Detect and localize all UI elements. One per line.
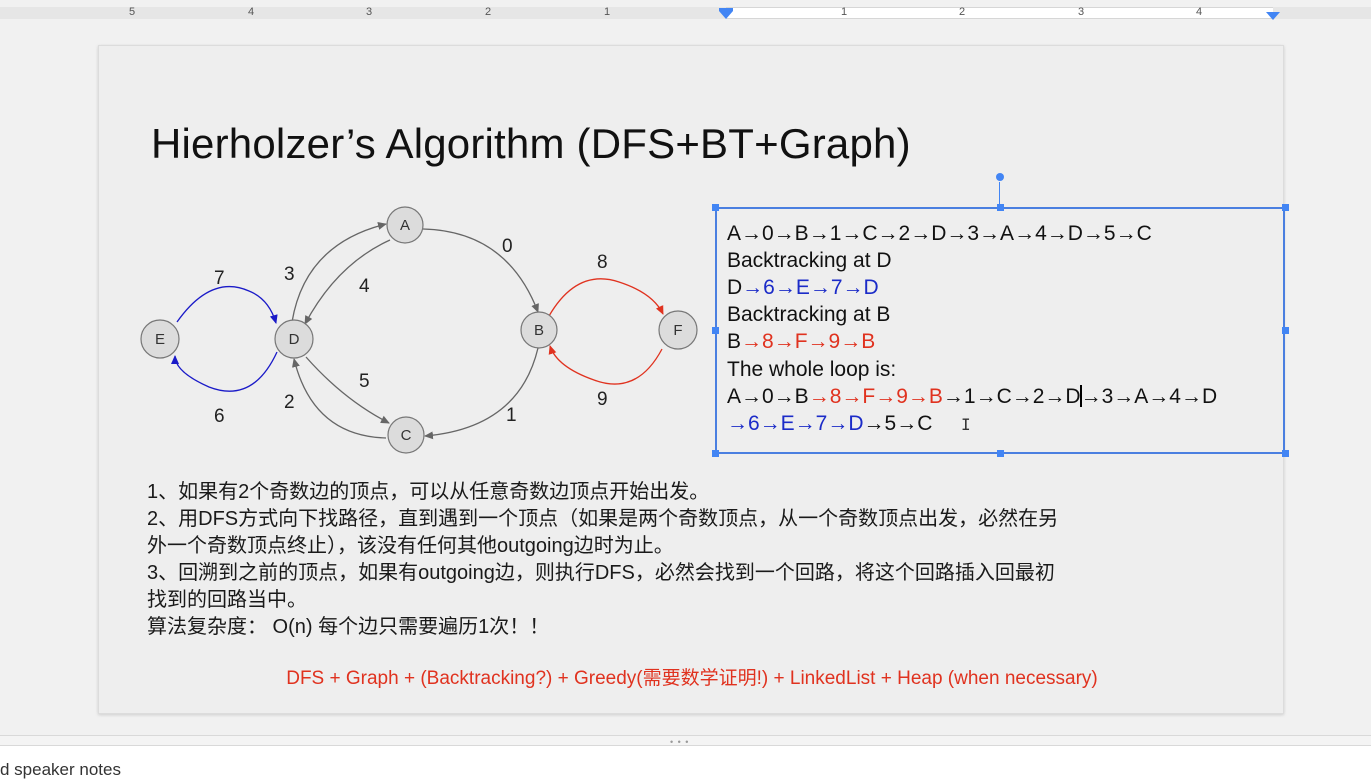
edge-label-0: 0 <box>502 236 513 257</box>
ruler-number: 4 <box>1196 6 1203 18</box>
subloop-d-start: D <box>727 276 743 299</box>
textbox-line-backtrack-d[interactable]: Backtracking at D <box>727 248 892 274</box>
speaker-notes-placeholder[interactable]: d speaker notes <box>0 760 121 780</box>
euler-graph-diagram[interactable]: 0 1 2 3 4 5 6 7 8 9 A B C D E F <box>99 46 719 466</box>
ruler-number: 1 <box>604 6 611 18</box>
node-label-f: F <box>673 322 682 339</box>
node-d: D <box>274 319 314 359</box>
ruler-number: 1 <box>841 6 848 18</box>
textbox-line-backtrack-b[interactable]: Backtracking at B <box>727 302 890 328</box>
textbox-line-subloop-b[interactable]: B→8→F→9→B <box>727 329 875 355</box>
edge-4 <box>304 239 391 325</box>
note-line-5[interactable]: 找到的回路当中。 <box>147 586 307 614</box>
resize-handle-w[interactable] <box>712 327 719 334</box>
edge-6 <box>171 351 278 392</box>
subloop-b-start: B <box>727 330 742 353</box>
node-label-c: C <box>401 427 412 444</box>
resize-handle-e[interactable] <box>1282 327 1289 334</box>
textbox-line-whole-loop-1[interactable]: A→0→B→8→F→9→B→1→C→2→D→3→A→4→D <box>727 384 1217 410</box>
resize-handle-n[interactable] <box>997 204 1004 211</box>
node-label-b: B <box>534 322 544 339</box>
node-f: F <box>658 310 698 350</box>
edge-label-3: 3 <box>284 264 295 285</box>
node-c: C <box>387 416 425 454</box>
ruler-number: 2 <box>485 6 492 18</box>
speaker-notes-panel[interactable]: d speaker notes <box>0 746 1371 783</box>
rotation-handle[interactable] <box>996 173 1004 181</box>
notes-resize-handle[interactable]: • • • <box>0 735 1371 747</box>
note-line-3[interactable]: 外一个奇数顶点终止），该没有任何其他outgoing边时为止。 <box>147 532 674 560</box>
textbox-line-subloop-d[interactable]: D→6→E→7→D <box>727 275 879 301</box>
edge-3 <box>291 222 387 323</box>
node-label-e: E <box>155 331 165 348</box>
whole-loop-blue: →6→E→7→D <box>727 412 864 435</box>
ruler-number: 3 <box>1078 6 1085 18</box>
whole-loop-label: The whole loop is: <box>727 358 897 381</box>
slide-canvas[interactable]: Hierholzer’s Algorithm (DFS+BT+Graph) 0 … <box>98 45 1289 714</box>
right-indent-marker[interactable] <box>1266 12 1280 20</box>
horizontal-ruler[interactable]: 5 4 3 2 1 1 2 3 4 <box>0 0 1371 22</box>
edge-0 <box>422 228 539 313</box>
ruler-margin-right <box>1273 7 1371 19</box>
textbox-line-path[interactable]: A→0→B→1→C→2→D→3→A→4→D→5→C <box>727 221 1152 247</box>
edge-label-8: 8 <box>597 252 608 273</box>
subloop-b-red: →8→F→9→B <box>741 330 876 353</box>
edge-7 <box>176 286 278 324</box>
edge-9 <box>548 345 663 385</box>
edge-8 <box>548 278 664 317</box>
node-b: B <box>520 311 558 349</box>
ruler-number: 3 <box>366 6 373 18</box>
edge-label-2: 2 <box>284 392 295 413</box>
path-text: A→0→B→1→C→2→D→3→A→4→D→5→C <box>727 222 1152 245</box>
resize-handle-s[interactable] <box>997 450 1004 457</box>
whole-loop-part-b: →1→C→2→D <box>942 385 1081 408</box>
edge-label-4: 4 <box>359 276 370 297</box>
ruler-number: 5 <box>129 6 136 18</box>
node-label-d: D <box>289 331 300 348</box>
edge-2 <box>292 358 387 439</box>
whole-loop-red: →8→F→9→B <box>808 385 943 408</box>
edge-label-5: 5 <box>359 371 370 392</box>
edge-label-9: 9 <box>597 389 608 410</box>
node-label-a: A <box>400 217 410 234</box>
note-line-6[interactable]: 算法复杂度： O(n) 每个边只需要遍历1次！！ <box>147 613 549 641</box>
left-indent-marker[interactable] <box>719 11 733 19</box>
subloop-d-blue: →6→E→7→D <box>742 276 879 299</box>
textbox-line-whole-loop-2[interactable]: →6→E→7→D→5→C <box>727 411 932 437</box>
node-a: A <box>386 206 424 244</box>
node-e: E <box>140 319 180 359</box>
edge-5 <box>305 356 390 424</box>
textbox-line-whole-loop-label[interactable]: The whole loop is: <box>727 357 896 383</box>
edge-1 <box>424 347 539 440</box>
note-line-4[interactable]: 3、回溯到之前的顶点，如果有outgoing边，则执行DFS，必然会找到一个回路… <box>147 559 1055 587</box>
note-line-2[interactable]: 2、用DFS方式向下找路径，直到遇到一个顶点（如果是两个奇数顶点，从一个奇数顶点… <box>147 505 1058 533</box>
summary-line[interactable]: DFS + Graph + (Backtracking?) + Greedy(需… <box>99 663 1285 690</box>
edge-label-7: 7 <box>214 268 225 289</box>
edge-label-6: 6 <box>214 406 225 427</box>
edge-label-1: 1 <box>506 405 517 426</box>
resize-handle-ne[interactable] <box>1282 204 1289 211</box>
resize-handle-se[interactable] <box>1282 450 1289 457</box>
whole-loop-end: →5→C <box>863 412 933 435</box>
ruler-number: 2 <box>959 6 966 18</box>
resize-handle-sw[interactable] <box>712 450 719 457</box>
ibeam-cursor-icon: I <box>961 415 971 434</box>
resize-handle-nw[interactable] <box>712 204 719 211</box>
backtrack-d-text: Backtracking at D <box>727 249 892 272</box>
whole-loop-part-c: →3→A→4→D <box>1080 385 1218 408</box>
whole-loop-part-a: A→0→B <box>727 385 809 408</box>
ruler-number: 4 <box>248 6 255 18</box>
ruler-margin-left <box>0 7 726 19</box>
note-line-1[interactable]: 1、如果有2个奇数边的顶点，可以从任意奇数边顶点开始出发。 <box>147 478 709 506</box>
backtrack-b-text: Backtracking at B <box>727 303 891 326</box>
